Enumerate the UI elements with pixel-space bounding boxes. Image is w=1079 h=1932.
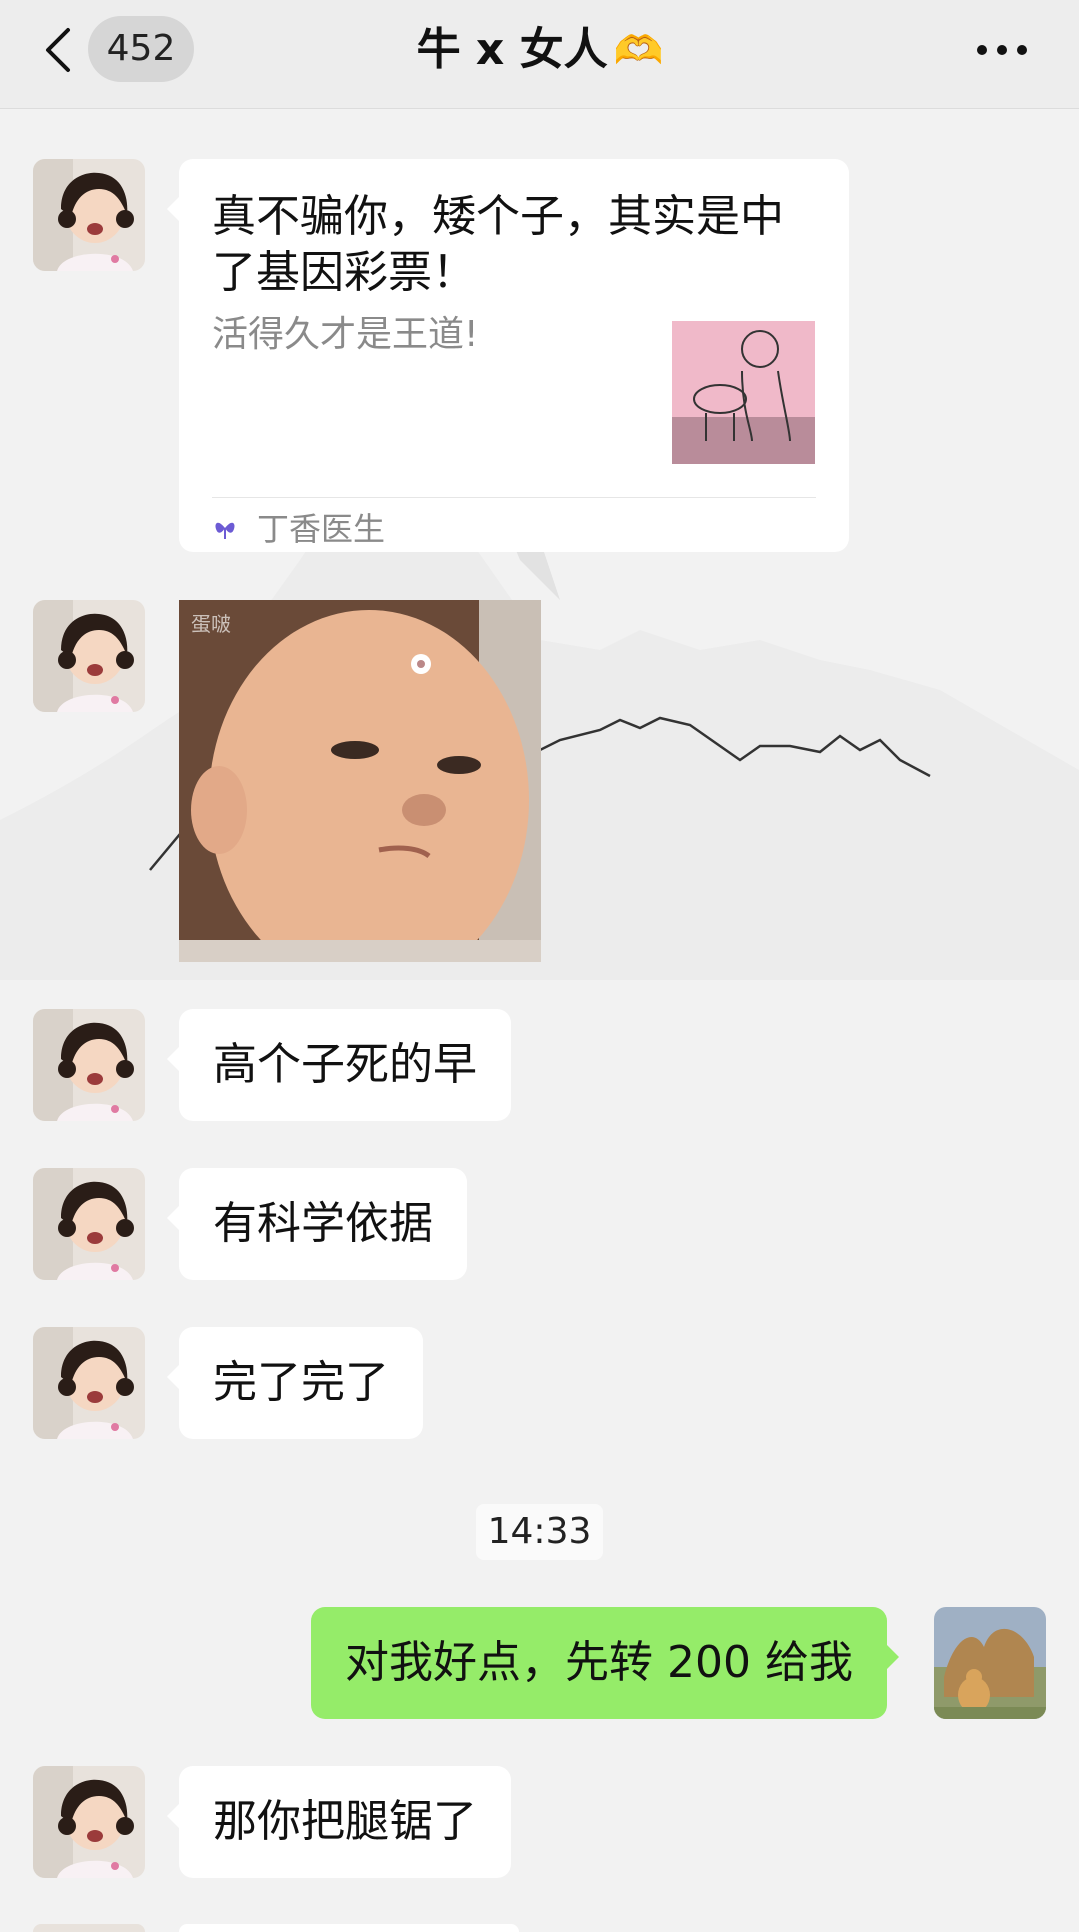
my-avatar[interactable] [934, 1607, 1046, 1719]
chat-title: 牛 x 女人 🫶 [240, 20, 840, 81]
article-description: 活得久才是王道! [212, 314, 479, 355]
message-bubble[interactable] [179, 1924, 519, 1932]
message-bubble[interactable]: 有科学依据 [167, 1168, 467, 1280]
photo-watermark: 蛋啵 [191, 612, 231, 636]
card-divider [212, 497, 816, 498]
contact-avatar[interactable] [33, 1009, 145, 1121]
message-bubble[interactable]: 那你把腿锯了 [167, 1766, 511, 1878]
heart-hands-emoji: 🫶 [613, 28, 664, 74]
article-card[interactable]: 真不骗你，矮个子，其实是中了基因彩票！ 活得久才是王道! 丁香医生 [167, 159, 849, 552]
chat-header: 452 牛 x 女人 🫶 [0, 0, 1079, 109]
contact-avatar[interactable] [33, 1766, 145, 1878]
unread-count-badge[interactable]: 452 [88, 16, 194, 82]
contact-avatar[interactable] [33, 1924, 145, 1932]
back-chevron-icon[interactable] [40, 26, 80, 74]
article-title: 真不骗你，矮个子，其实是中了基因彩票！ [212, 191, 784, 298]
contact-avatar[interactable] [33, 1327, 145, 1439]
article-source: 丁香医生 [257, 510, 386, 548]
contact-avatar[interactable] [33, 600, 145, 712]
message-timestamp: 14:33 [476, 1504, 603, 1560]
chat-title-text: 牛 x 女人 [416, 24, 608, 75]
article-thumbnail [672, 321, 815, 464]
message-bubble[interactable]: 高个子死的早 [167, 1009, 511, 1121]
baby-photo-message[interactable]: 蛋啵 [179, 600, 541, 962]
more-options-icon[interactable] [970, 30, 1034, 70]
contact-avatar[interactable] [33, 159, 145, 271]
message-bubble[interactable]: 完了完了 [167, 1327, 423, 1439]
dxy-logo-icon [215, 522, 235, 539]
my-message-bubble[interactable]: 对我好点，先转 200 给我 [311, 1607, 899, 1719]
contact-avatar[interactable] [33, 1168, 145, 1280]
